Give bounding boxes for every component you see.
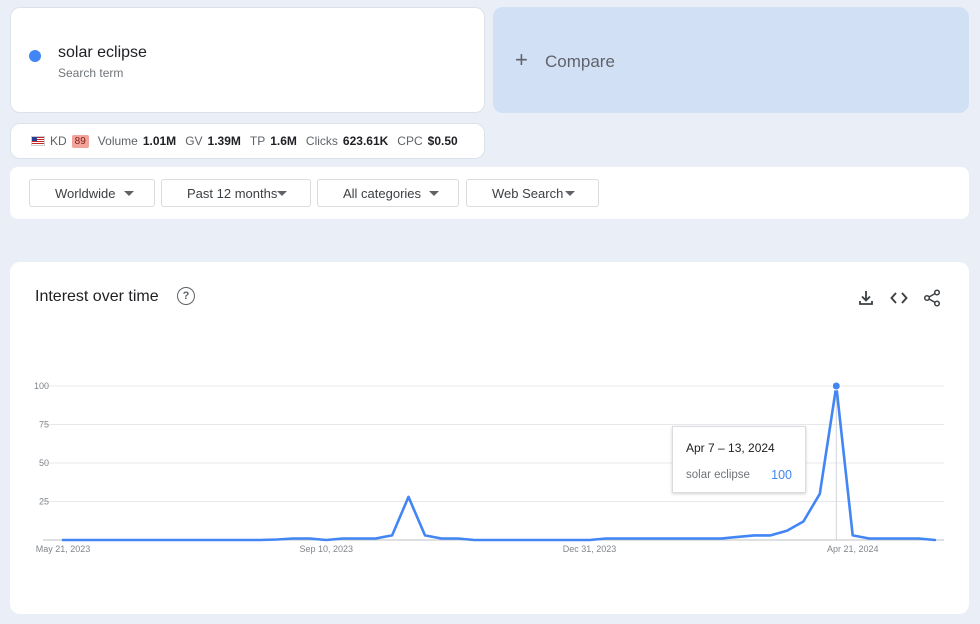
tooltip-value: 100 bbox=[771, 468, 792, 482]
keyword-metrics-bar: KD 89 Volume 1.01M GV 1.39M TP 1.6M Clic… bbox=[10, 123, 485, 159]
time-range-dropdown[interactable]: Past 12 months bbox=[161, 179, 311, 207]
time-range-dropdown-label: Past 12 months bbox=[187, 185, 278, 201]
embed-icon[interactable] bbox=[889, 288, 909, 308]
gv-label: GV bbox=[185, 134, 203, 148]
chart-tooltip: Apr 7 – 13, 2024 solar eclipse 100 bbox=[672, 426, 806, 493]
compare-label: Compare bbox=[545, 52, 615, 71]
tooltip-term: solar eclipse bbox=[686, 469, 750, 481]
cpc-label: CPC bbox=[397, 134, 423, 148]
filters-bar: Worldwide Past 12 months All categories … bbox=[10, 167, 969, 219]
us-flag-icon bbox=[31, 136, 45, 146]
share-icon[interactable] bbox=[922, 288, 942, 308]
compare-button[interactable]: + Compare bbox=[493, 7, 969, 113]
clicks-value: 623.61K bbox=[342, 134, 389, 148]
caret-down-icon bbox=[124, 190, 134, 196]
search-term-name[interactable]: solar eclipse bbox=[58, 44, 147, 62]
download-icon[interactable] bbox=[856, 288, 876, 308]
caret-down-icon bbox=[565, 190, 575, 196]
search-term-card[interactable]: solar eclipse Search term bbox=[10, 7, 485, 113]
volume-label: Volume bbox=[97, 134, 138, 148]
category-dropdown-label: All categories bbox=[343, 185, 422, 201]
region-dropdown-label: Worldwide bbox=[55, 185, 116, 201]
search-type-dropdown[interactable]: Web Search bbox=[466, 179, 599, 207]
tp-value: 1.6M bbox=[270, 134, 297, 148]
tooltip-date: Apr 7 – 13, 2024 bbox=[686, 441, 775, 455]
search-term-subtitle: Search term bbox=[58, 66, 124, 80]
series-color-dot bbox=[29, 50, 41, 62]
cpc-value: $0.50 bbox=[427, 134, 458, 148]
chart-title: Interest over time bbox=[35, 288, 159, 305]
region-dropdown[interactable]: Worldwide bbox=[29, 179, 155, 207]
search-type-dropdown-label: Web Search bbox=[492, 185, 564, 201]
kd-badge: 89 bbox=[71, 134, 89, 148]
interest-over-time-card: Interest over time ? bbox=[10, 262, 969, 614]
volume-value: 1.01M bbox=[142, 134, 177, 148]
category-dropdown[interactable]: All categories bbox=[317, 179, 459, 207]
clicks-label: Clicks bbox=[305, 134, 338, 148]
caret-down-icon bbox=[277, 190, 287, 196]
plus-icon: + bbox=[515, 47, 528, 72]
tp-label: TP bbox=[249, 134, 266, 148]
caret-down-icon bbox=[429, 190, 439, 196]
help-icon[interactable]: ? bbox=[177, 287, 195, 305]
kd-label: KD bbox=[50, 134, 67, 148]
gv-value: 1.39M bbox=[207, 134, 241, 148]
